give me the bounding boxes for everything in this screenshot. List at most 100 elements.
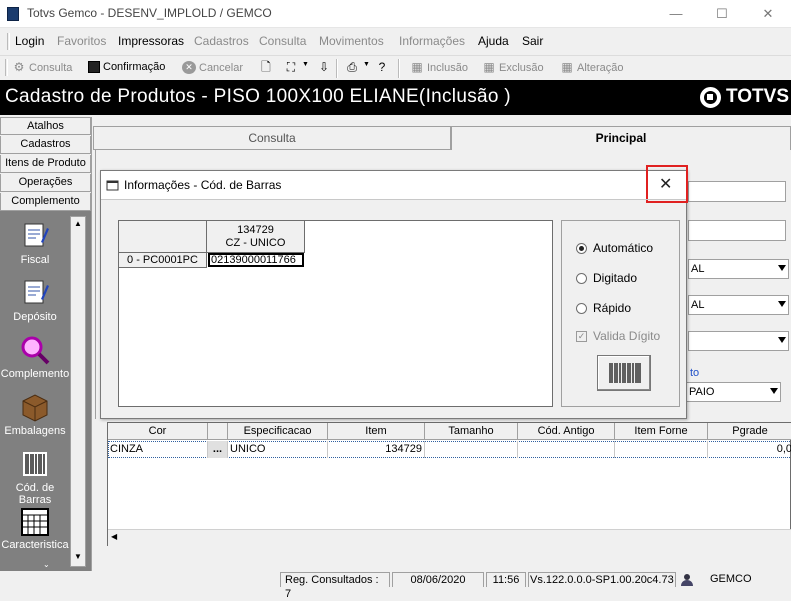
nav-item-caracteristica[interactable]: Caracteristica [0, 505, 70, 551]
barcode-cell[interactable]: 02139000011766 [208, 253, 304, 267]
print-dropdown-icon[interactable]: ▼ [363, 61, 370, 68]
form-field[interactable] [688, 181, 786, 202]
nav-item-embalagens[interactable]: Embalagens [0, 391, 70, 437]
menu-impressoras[interactable]: Impressoras [118, 34, 184, 48]
dialog-close-button[interactable]: ✕ [659, 174, 672, 194]
cell-tamanho[interactable] [425, 441, 518, 458]
tab-consulta[interactable]: Consulta [93, 126, 451, 150]
cancelar-button[interactable]: ✕ Cancelar [182, 61, 243, 74]
col-header-tamanho[interactable]: Tamanho [425, 423, 518, 440]
cell-item[interactable]: 134729 [328, 441, 425, 458]
grid-col-header: 134729 CZ - UNICO [207, 221, 305, 253]
col-header-pgrade[interactable]: Pgrade [708, 423, 791, 440]
menu-movimentos[interactable]: Movimentos [319, 34, 384, 48]
barcode-grid: 134729 CZ - UNICO 0 - PC0001PC 021390000… [118, 220, 553, 407]
scroll-up-icon[interactable]: ▲ [73, 219, 83, 231]
cell-cod-antigo[interactable] [518, 441, 615, 458]
cell-cor[interactable]: CINZA [110, 441, 208, 458]
chevron-down-icon [770, 388, 778, 394]
cell-pgrade[interactable]: 0,0 [708, 441, 791, 458]
form-combo[interactable] [688, 331, 789, 351]
menu-cadastros[interactable]: Cadastros [194, 34, 249, 48]
cell-especificacao[interactable]: UNICO [230, 441, 328, 458]
status-reg-consultados: Reg. Consultados : 7 [280, 572, 390, 600]
delete-icon: ▦ [483, 60, 495, 74]
app-icon [7, 7, 19, 21]
nav-item-deposito[interactable]: Depósito [0, 277, 70, 323]
calendar-icon [21, 508, 49, 536]
cell-item-forne[interactable] [615, 441, 708, 458]
radio-digitado[interactable]: Digitado [576, 271, 637, 285]
print-icon[interactable]: ⎙ [345, 61, 359, 74]
fiscal-icon [24, 223, 49, 247]
binoculars-dropdown-icon[interactable]: ▼ [302, 61, 309, 68]
scroll-down-icon[interactable]: ▼ [73, 552, 83, 564]
col-header-cod-antigo[interactable]: Cód. Antigo [518, 423, 615, 440]
consulta-button[interactable]: ⚙ Consulta [12, 61, 73, 74]
nav-tab-operacoes[interactable]: Operações [0, 174, 91, 192]
col-header-cor[interactable]: Cor [108, 423, 208, 440]
radio-rapido[interactable]: Rápido [576, 301, 631, 315]
save-icon [88, 61, 100, 73]
col-header-especificacao[interactable]: Especificacao [228, 423, 328, 440]
checkbox-valida-digito[interactable]: ✓ Valida Dígito [576, 329, 660, 343]
alteracao-button[interactable]: ▦ Alteração [560, 61, 623, 74]
radio-dot-icon [576, 272, 587, 284]
nav-item-complemento[interactable]: Complemento [0, 334, 70, 380]
nav-item-cod-barras[interactable]: Cód. de Barras [0, 448, 70, 506]
deposito-icon [24, 280, 49, 304]
menu-login[interactable]: Login [15, 34, 44, 48]
menu-consulta[interactable]: Consulta [259, 34, 306, 48]
status-date: 08/06/2020 [392, 572, 484, 587]
help-icon[interactable]: ? [375, 61, 389, 74]
nav-scrollbar[interactable]: ▲ ▼ [70, 216, 86, 567]
exclusao-button[interactable]: ▦ Exclusão [482, 60, 543, 74]
toolbar-grip [5, 59, 8, 76]
form-combo[interactable]: AL [688, 259, 789, 279]
ellipsis-button[interactable]: ... [208, 441, 228, 458]
binoculars-icon[interactable]: ⛶ [284, 61, 298, 74]
nav-tab-itens-produto[interactable]: Itens de Produto [0, 155, 91, 173]
nav-more-icon[interactable]: ⌄ [43, 560, 53, 569]
col-header-item[interactable]: Item [328, 423, 425, 440]
checkbox-check-icon: ✓ [576, 330, 587, 342]
totvs-logo-icon [700, 86, 721, 108]
menu-informacoes[interactable]: Informações [399, 34, 465, 48]
nav-tab-complemento[interactable]: Complemento [0, 193, 91, 211]
toolbar-separator [398, 59, 400, 78]
menu-grip [7, 33, 10, 50]
nav-tab-cadastros[interactable]: Cadastros [0, 136, 91, 154]
grid-row-header: 0 - PC0001PC [119, 253, 207, 268]
magnifier-icon [21, 336, 50, 365]
form-combo[interactable]: PAIO [686, 382, 781, 402]
maximize-button[interactable]: ☐ [699, 0, 745, 28]
horizontal-scrollbar[interactable]: ◀ [108, 529, 791, 546]
chevron-down-icon [778, 301, 786, 307]
col-header-item-forne[interactable]: Item Forne [615, 423, 708, 440]
confirmacao-button[interactable]: Confirmação [88, 61, 165, 73]
form-combo[interactable]: AL [688, 295, 789, 315]
inclusao-button[interactable]: ▦ Inclusão [410, 61, 468, 74]
radio-automatico[interactable]: Automático [576, 241, 653, 255]
menu-ajuda[interactable]: Ajuda [478, 34, 509, 48]
user-icon [680, 573, 694, 586]
scroll-left-icon[interactable]: ◀ [111, 532, 117, 541]
close-window-button[interactable]: ✕ [745, 0, 791, 28]
minimize-button[interactable]: — [653, 0, 699, 28]
form-link[interactable]: to [690, 367, 699, 379]
window-title: Totvs Gemco - DESENV_IMPLOLD / GEMCO [27, 6, 272, 20]
generate-barcode-button[interactable] [597, 355, 651, 391]
edit-icon: ▦ [561, 60, 573, 74]
totvs-logo: TOTVS [700, 86, 789, 108]
new-document-icon[interactable]: 🗋 [259, 61, 273, 74]
form-field[interactable] [688, 220, 786, 241]
export-icon[interactable]: ⇩ [317, 61, 331, 74]
nav-item-fiscal[interactable]: Fiscal [0, 220, 70, 266]
nav-tab-atalhos[interactable]: Atalhos [0, 117, 91, 135]
menu-sair[interactable]: Sair [522, 34, 543, 48]
toolbar-separator [336, 59, 338, 78]
menu-favoritos[interactable]: Favoritos [57, 34, 106, 48]
tab-principal[interactable]: Principal [451, 126, 791, 150]
inclusao-label: Inclusão [427, 61, 468, 74]
dialog-divider [101, 199, 686, 200]
